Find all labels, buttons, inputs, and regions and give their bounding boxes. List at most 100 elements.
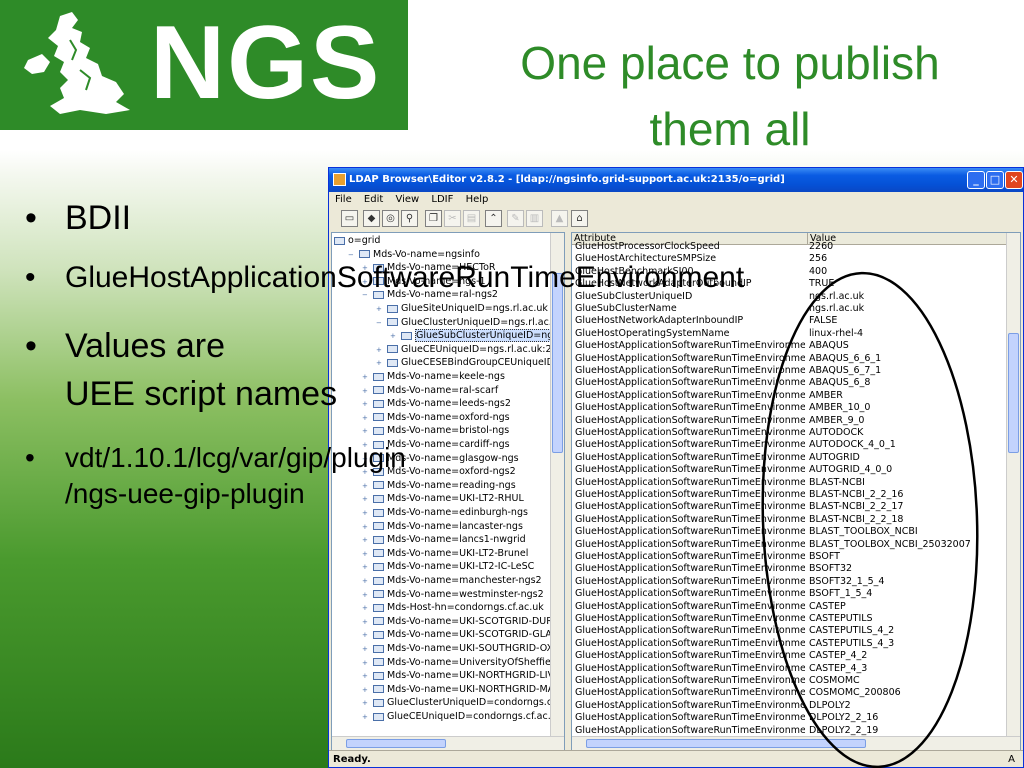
tree-node[interactable]: + Mds-Vo-name=UKI-SCOTGRID-DURHAM [362, 616, 564, 628]
tree-expander-icon[interactable]: + [362, 371, 370, 383]
maximize-icon[interactable]: □ [986, 171, 1004, 189]
tree-node[interactable]: + GlueCEUniqueID=condorngs.cf.ac.uk:2119 [362, 711, 564, 723]
tree-node[interactable]: + Mds-Vo-name=UKI-LT2-IC-LeSC [362, 561, 534, 573]
table-row[interactable]: GlueHostApplicationSoftwareRunTimeEnviro… [572, 663, 1006, 676]
tree-pane[interactable]: o=grid − Mds-Vo-name=ngsinfo + Mds-Vo-name=H… [331, 232, 565, 751]
table-row[interactable]: GlueHostApplicationSoftwareRunTimeEnviro… [572, 477, 1006, 490]
copy-icon[interactable]: ❐ [425, 210, 442, 227]
tree-expander-icon[interactable]: + [362, 493, 370, 505]
tree-node[interactable]: + Mds-Vo-name=keele-ngs [362, 371, 505, 383]
disconnect-icon[interactable]: ▭ [341, 210, 358, 227]
table-row[interactable]: GlueHostApplicationSoftwareRunTimeEnviro… [572, 439, 1006, 452]
table-row[interactable]: GlueHostApplicationSoftwareRunTimeEnviro… [572, 712, 1006, 725]
search-icon[interactable]: ⚲ [401, 210, 418, 227]
tree-node[interactable]: + Mds-Vo-name=leeds-ngs2 [362, 398, 511, 410]
tree-expander-icon[interactable]: + [376, 357, 384, 369]
table-row[interactable]: GlueHostApplicationSoftwareRunTimeEnviro… [572, 539, 1006, 552]
tree-node[interactable]: + Mds-Vo-name=lancaster-ngs [362, 521, 523, 533]
tree-expander-icon[interactable]: + [362, 643, 370, 655]
tree-node[interactable]: o=grid [334, 235, 380, 247]
tree-node[interactable]: + Mds-Vo-name=bristol-ngs [362, 425, 509, 437]
table-row[interactable]: GlueHostApplicationSoftwareRunTimeEnviro… [572, 353, 1006, 366]
tree-expander-icon[interactable]: + [362, 711, 370, 723]
table-row[interactable]: GlueHostApplicationSoftwareRunTimeEnviro… [572, 700, 1006, 713]
table-row[interactable]: GlueHostApplicationSoftwareRunTimeEnviro… [572, 489, 1006, 502]
cut-icon[interactable]: ✂ [444, 210, 461, 227]
window-titlebar[interactable]: LDAP Browser\Editor v2.8.2 - [ldap://ngs… [329, 168, 1023, 192]
table-row[interactable]: GlueHostApplicationSoftwareRunTimeEnviro… [572, 402, 1006, 415]
tree-expander-icon[interactable]: + [362, 697, 370, 709]
table-row[interactable]: GlueHostApplicationSoftwareRunTimeEnviro… [572, 427, 1006, 440]
trash-icon[interactable]: ▥ [526, 210, 543, 227]
menu-view[interactable]: View [395, 194, 419, 205]
table-row[interactable]: GlueHostApplicationSoftwareRunTimeEnviro… [572, 514, 1006, 527]
tree-vertical-scrollbar[interactable] [550, 233, 564, 738]
tree-node[interactable]: + Mds-Vo-name=UKI-SOUTHGRID-OX-HEP [362, 643, 564, 655]
tree-expander-icon[interactable]: + [362, 521, 370, 533]
minimize-icon[interactable]: _ [967, 171, 985, 189]
tree-expander-icon[interactable]: + [362, 412, 370, 424]
table-row[interactable]: GlueHostApplicationSoftwareRunTimeEnviro… [572, 464, 1006, 477]
tree-node[interactable]: + Mds-Vo-name=UKI-NORTHGRID-LIV-HEP [362, 670, 564, 682]
table-row[interactable]: GlueHostOperatingSystemName linux-rhel-4 [572, 328, 1006, 341]
tree-node[interactable]: + GlueCESEBindGroupCEUniqueID=ngs [376, 357, 564, 369]
tree-node[interactable]: + Mds-Vo-name=westminster-ngs2 [362, 589, 544, 601]
tree-node[interactable]: − GlueClusterUniqueID=ngs.rl.ac.uk [376, 317, 563, 329]
table-row[interactable]: GlueHostApplicationSoftwareRunTimeEnviro… [572, 526, 1006, 539]
tree-expander-icon[interactable]: + [362, 534, 370, 546]
menu-file[interactable]: File [335, 194, 352, 205]
tree-node[interactable]: + Mds-Vo-name=UniversityOfSheffield [362, 657, 559, 669]
tree-expander-icon[interactable]: + [362, 425, 370, 437]
tree-horizontal-scrollbar[interactable] [332, 736, 564, 750]
refresh-icon[interactable]: ◎ [382, 210, 399, 227]
tree-expander-icon[interactable]: + [362, 561, 370, 573]
tree-expander-icon[interactable]: − [376, 317, 384, 329]
table-hscroll-thumb[interactable] [586, 739, 866, 748]
table-row[interactable]: GlueHostApplicationSoftwareRunTimeEnviro… [572, 551, 1006, 564]
tree-expander-icon[interactable]: + [362, 507, 370, 519]
tree-node[interactable]: + GlueSubClusterUniqueID=ngs.rl.ac [390, 329, 564, 343]
table-vertical-scrollbar[interactable] [1006, 233, 1020, 738]
tree-node[interactable]: + Mds-Vo-name=ral-scarf [362, 385, 498, 397]
tree-expander-icon[interactable]: + [362, 684, 370, 696]
tree-expander-icon[interactable]: + [376, 344, 384, 356]
table-row[interactable]: GlueHostApplicationSoftwareRunTimeEnviro… [572, 563, 1006, 576]
tree-expander-icon[interactable]: + [362, 670, 370, 682]
tree-node[interactable]: + Mds-Vo-name=UKI-LT2-Brunel [362, 548, 528, 560]
table-row[interactable]: GlueHostApplicationSoftwareRunTimeEnviro… [572, 501, 1006, 514]
tree-expander-icon[interactable]: + [362, 385, 370, 397]
paste-icon[interactable]: ▤ [463, 210, 480, 227]
table-row[interactable]: GlueHostApplicationSoftwareRunTimeEnviro… [572, 613, 1006, 626]
tree-expander-icon[interactable]: + [362, 589, 370, 601]
tree-scroll-thumb[interactable] [552, 273, 563, 453]
table-row[interactable]: GlueHostApplicationSoftwareRunTimeEnviro… [572, 377, 1006, 390]
table-row[interactable]: GlueHostApplicationSoftwareRunTimeEnviro… [572, 687, 1006, 700]
tree-hscroll-thumb[interactable] [346, 739, 446, 748]
table-row[interactable]: GlueSubClusterName ngs.rl.ac.uk [572, 303, 1006, 316]
table-row[interactable]: GlueHostNetworkAdapterInboundIP FALSE [572, 315, 1006, 328]
table-row[interactable]: GlueHostApplicationSoftwareRunTimeEnviro… [572, 390, 1006, 403]
table-row[interactable]: GlueHostApplicationSoftwareRunTimeEnviro… [572, 601, 1006, 614]
tree-expander-icon[interactable]: + [362, 657, 370, 669]
tree-node[interactable]: + Mds-Vo-name=UKI-LT2-RHUL [362, 493, 524, 505]
tree-node[interactable]: + Mds-Vo-name=UKI-NORTHGRID-MAN-HEP [362, 684, 564, 696]
table-row[interactable]: GlueHostApplicationSoftwareRunTimeEnviro… [572, 638, 1006, 651]
table-row[interactable]: GlueHostApplicationSoftwareRunTimeEnviro… [572, 365, 1006, 378]
tree-expander-icon[interactable]: + [362, 616, 370, 628]
tree-node[interactable]: + Mds-Host-hn=condorngs.cf.ac.uk [362, 602, 544, 614]
attribute-table[interactable]: Attribute Value GlueHostProcessorClockSp… [571, 232, 1021, 751]
table-row[interactable]: GlueHostApplicationSoftwareRunTimeEnviro… [572, 452, 1006, 465]
tree-expander-icon[interactable]: − [348, 249, 356, 261]
tree-node[interactable]: + Mds-Vo-name=oxford-ngs [362, 412, 510, 424]
table-row[interactable]: GlueHostApplicationSoftwareRunTimeEnviro… [572, 650, 1006, 663]
up-icon[interactable]: ⌃ [485, 210, 502, 227]
connect-icon[interactable]: ◆ [363, 210, 380, 227]
tree-node[interactable]: + Mds-Vo-name=lancs1-nwgrid [362, 534, 526, 546]
tree-node[interactable]: + GlueCEUniqueID=ngs.rl.ac.uk:2119/jo [376, 344, 564, 356]
tree-node[interactable]: + Mds-Vo-name=UKI-SCOTGRID-GLASGOW [362, 629, 564, 641]
tree-node[interactable]: + Mds-Vo-name=edinburgh-ngs [362, 507, 528, 519]
tree-expander-icon[interactable]: + [362, 629, 370, 641]
table-row[interactable]: GlueHostApplicationSoftwareRunTimeEnviro… [572, 415, 1006, 428]
pane-splitter[interactable] [566, 232, 570, 751]
menu-help[interactable]: Help [466, 194, 489, 205]
